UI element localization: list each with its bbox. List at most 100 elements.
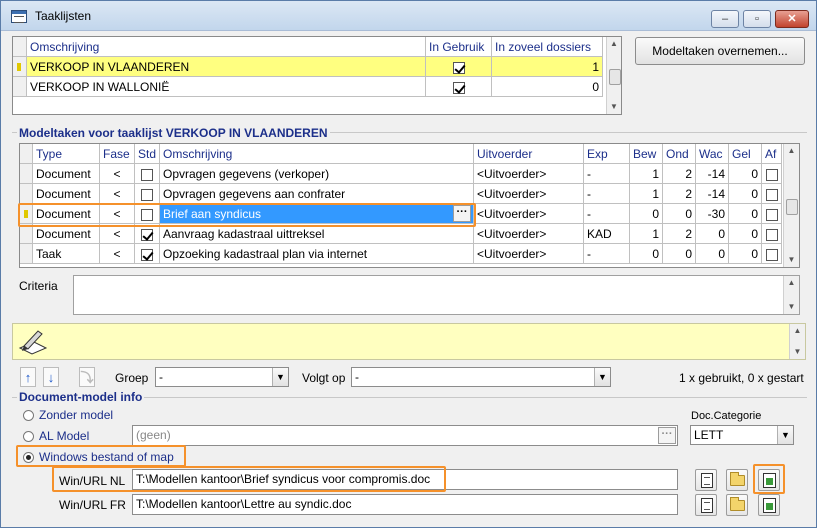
close-button[interactable]: ✕ <box>775 10 809 28</box>
row-indicator[interactable] <box>20 244 33 264</box>
uitvoerder-cell[interactable]: <Uitvoerder> <box>474 244 584 264</box>
zonder-model-label[interactable]: Zonder model <box>39 408 113 422</box>
al-model-label[interactable]: AL Model <box>39 429 89 443</box>
std-cell[interactable] <box>135 224 160 244</box>
scroll-down-icon[interactable]: ▼ <box>784 300 799 314</box>
std-checkbox[interactable] <box>141 248 153 261</box>
exp-cell[interactable]: - <box>584 184 630 204</box>
scroll-down-icon[interactable]: ▼ <box>790 345 805 359</box>
column-header-bew[interactable]: Bew <box>630 144 663 164</box>
gel-cell[interactable]: 0 <box>729 224 762 244</box>
row-indicator[interactable] <box>13 77 27 97</box>
wac-cell[interactable]: -14 <box>696 164 729 184</box>
af-checkbox[interactable] <box>765 208 778 221</box>
wac-cell[interactable]: -30 <box>696 204 729 224</box>
in-gebruik-checkbox[interactable] <box>452 81 465 94</box>
wac-cell[interactable]: 0 <box>696 244 729 264</box>
scroll-up-icon[interactable]: ▲ <box>790 324 805 338</box>
exp-cell[interactable]: - <box>584 244 630 264</box>
fase-cell[interactable]: < <box>100 164 135 184</box>
gel-cell[interactable]: 0 <box>729 164 762 184</box>
row-indicator[interactable] <box>13 57 27 77</box>
wac-cell[interactable]: 0 <box>696 224 729 244</box>
radio-zonder-model[interactable] <box>23 410 34 421</box>
modeltaken-overnemen-button[interactable]: Modeltaken overnemen... <box>635 37 805 65</box>
scroll-down-icon[interactable]: ▼ <box>784 253 799 267</box>
wac-cell[interactable]: -14 <box>696 184 729 204</box>
af-checkbox[interactable] <box>765 248 778 261</box>
gel-cell[interactable]: 0 <box>729 244 762 264</box>
chevron-down-icon[interactable]: ▼ <box>594 368 610 386</box>
table-row-wallonie[interactable]: VERKOOP IN WALLONIË <box>27 77 426 97</box>
fase-cell[interactable]: < <box>100 224 135 244</box>
af-cell[interactable] <box>762 204 782 224</box>
type-cell[interactable]: Document <box>33 224 100 244</box>
groep-select[interactable]: - ▼ <box>155 367 289 387</box>
exp-cell[interactable]: - <box>584 164 630 184</box>
column-header-gel[interactable]: Gel <box>729 144 762 164</box>
column-header-af[interactable]: Af <box>762 144 782 164</box>
bew-cell[interactable]: 1 <box>630 164 663 184</box>
column-header-omschrijving[interactable]: Omschrijving <box>160 144 474 164</box>
std-checkbox[interactable] <box>141 188 153 201</box>
gel-cell[interactable]: 0 <box>729 184 762 204</box>
minimize-button[interactable]: – <box>711 10 739 28</box>
dossiers-cell[interactable]: 0 <box>492 77 603 97</box>
chevron-down-icon[interactable]: ▼ <box>272 368 288 386</box>
column-header-in-gebruik[interactable]: In Gebruik <box>426 37 492 57</box>
type-cell[interactable]: Taak <box>33 244 100 264</box>
omschrijving-cell[interactable]: Opvragen gegevens (verkoper) <box>160 164 474 184</box>
bew-cell[interactable]: 1 <box>630 224 663 244</box>
bew-cell[interactable]: 1 <box>630 184 663 204</box>
maximize-button[interactable]: ▫ <box>743 10 771 28</box>
row-indicator[interactable] <box>20 164 33 184</box>
column-header-std[interactable]: Std <box>135 144 160 164</box>
column-header-type[interactable]: Type <box>33 144 100 164</box>
exp-cell[interactable]: - <box>584 204 630 224</box>
fr-edit-document-button[interactable] <box>695 494 717 516</box>
scroll-thumb[interactable] <box>609 69 621 85</box>
nl-browse-folder-button[interactable] <box>726 469 748 491</box>
in-gebruik-checkbox[interactable] <box>452 61 465 74</box>
link-button[interactable]: ⤵ <box>79 367 95 387</box>
ond-cell[interactable]: 0 <box>663 204 696 224</box>
modeltaken-scrollbar[interactable]: ▲ ▼ <box>783 144 799 267</box>
std-cell[interactable] <box>135 164 160 184</box>
al-model-ellipsis-button[interactable]: ··· <box>658 427 676 444</box>
in-gebruik-cell[interactable] <box>426 57 492 77</box>
af-cell[interactable] <box>762 244 782 264</box>
bew-cell[interactable]: 0 <box>630 244 663 264</box>
uitvoerder-cell[interactable]: <Uitvoerder> <box>474 184 584 204</box>
row-indicator[interactable] <box>20 184 33 204</box>
table-row-vlaanderen[interactable]: VERKOOP IN VLAANDEREN <box>27 57 426 77</box>
column-header-exp[interactable]: Exp <box>584 144 630 164</box>
scroll-up-icon[interactable]: ▲ <box>607 37 621 51</box>
column-header-fase[interactable]: Fase <box>100 144 135 164</box>
ond-cell[interactable]: 2 <box>663 224 696 244</box>
af-cell[interactable] <box>762 184 782 204</box>
std-checkbox[interactable] <box>141 168 153 181</box>
omschrijving-cell[interactable]: Aanvraag kadastraal uittreksel <box>160 224 474 244</box>
exp-cell[interactable]: KAD <box>584 224 630 244</box>
scroll-down-icon[interactable]: ▼ <box>607 100 621 114</box>
doc-categorie-select[interactable]: LETT ▼ <box>690 425 794 445</box>
volgt-op-select[interactable]: - ▼ <box>351 367 611 387</box>
gel-cell[interactable]: 0 <box>729 204 762 224</box>
move-up-button[interactable]: ↑ <box>20 367 36 387</box>
column-header-wac[interactable]: Wac <box>696 144 729 164</box>
nl-edit-document-button[interactable] <box>695 469 717 491</box>
tasklists-scrollbar[interactable]: ▲ ▼ <box>606 37 621 114</box>
ond-cell[interactable]: 0 <box>663 244 696 264</box>
omschrijving-cell[interactable]: Opzoeking kadastraal plan via internet <box>160 244 474 264</box>
memo-area[interactable]: ▲ ▼ <box>12 323 806 360</box>
radio-al-model[interactable] <box>23 431 34 442</box>
af-cell[interactable] <box>762 224 782 244</box>
al-model-field[interactable]: (geen) ··· <box>132 425 678 446</box>
uitvoerder-cell[interactable]: <Uitvoerder> <box>474 224 584 244</box>
af-checkbox[interactable] <box>765 188 778 201</box>
criteria-textarea[interactable]: ▲ ▼ <box>73 275 800 315</box>
column-header-uitvoerder[interactable]: Uitvoerder <box>474 144 584 164</box>
fr-open-document-button[interactable] <box>758 494 780 516</box>
move-down-button[interactable]: ↓ <box>43 367 59 387</box>
fase-cell[interactable]: < <box>100 184 135 204</box>
